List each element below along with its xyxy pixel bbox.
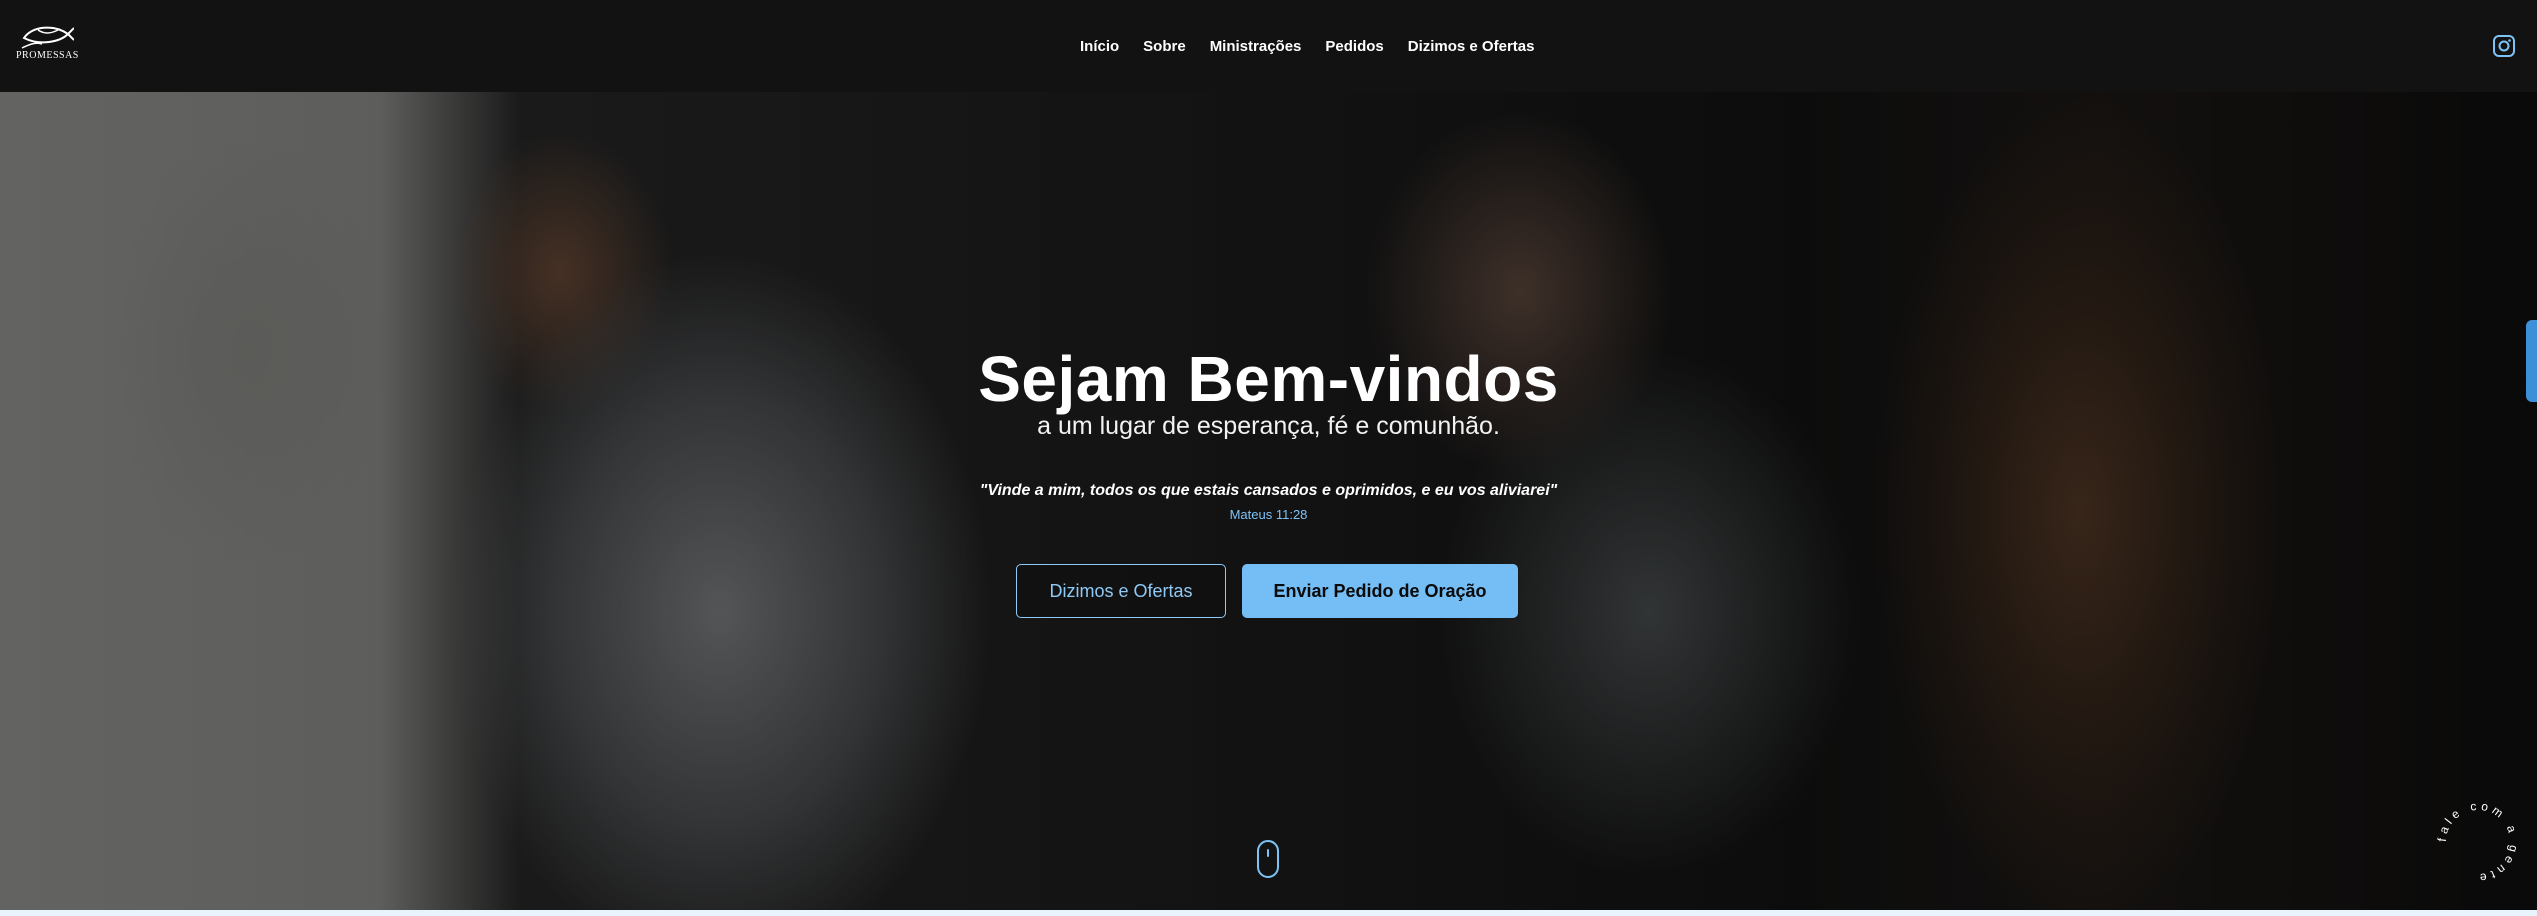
logo-text: PROMESSAS xyxy=(16,50,79,61)
dizimos-e-ofertas-button[interactable]: Dizimos e Ofertas xyxy=(1016,564,1226,618)
logo[interactable]: PROMESSAS xyxy=(16,20,78,66)
badge-circular-text: fale com a gente xyxy=(2435,799,2517,886)
navbar: PROMESSAS Início Sobre Ministrações Pedi… xyxy=(0,0,2537,92)
bible-quote: "Vinde a mim, todos os que estais cansad… xyxy=(979,482,1558,499)
circular-badge[interactable]: fale com a gente xyxy=(2432,796,2524,888)
fish-icon xyxy=(21,26,74,49)
hero-title: Sejam Bem-vindos xyxy=(978,343,1559,415)
hero-subtitle: a um lugar de esperança, fé e comunhão. xyxy=(1037,412,1500,440)
prayer-request-button[interactable]: Enviar Pedido de Oração xyxy=(1242,564,1518,618)
bottom-edge xyxy=(0,910,2537,916)
nav-item-dizimos-e-ofertas[interactable]: Dizimos e Ofertas xyxy=(1408,38,1535,55)
hero-content: Sejam Bem-vindos a um lugar de esperança… xyxy=(0,92,2537,910)
nav-item-pedidos[interactable]: Pedidos xyxy=(1325,38,1383,55)
mouse-wheel xyxy=(1267,849,1269,857)
nav-item-sobre[interactable]: Sobre xyxy=(1143,38,1186,55)
hero-section: Sejam Bem-vindos a um lugar de esperança… xyxy=(0,92,2537,910)
instagram-icon xyxy=(2493,35,2515,57)
mouse-scroll-icon[interactable] xyxy=(1257,840,1279,878)
main-nav: Início Sobre Ministrações Pedidos Dizimo… xyxy=(1080,0,1558,92)
circular-text-badge: fale com a gente xyxy=(2435,799,2521,886)
instagram-link[interactable] xyxy=(2492,34,2516,58)
nav-item-ministracoes[interactable]: Ministrações xyxy=(1210,38,1302,55)
bible-reference: Mateus 11:28 xyxy=(1229,507,1308,522)
side-feedback-tab[interactable] xyxy=(2526,320,2537,402)
nav-item-inicio[interactable]: Início xyxy=(1080,38,1119,55)
svg-text:fale com a gente: fale com a gente xyxy=(2435,799,2521,886)
